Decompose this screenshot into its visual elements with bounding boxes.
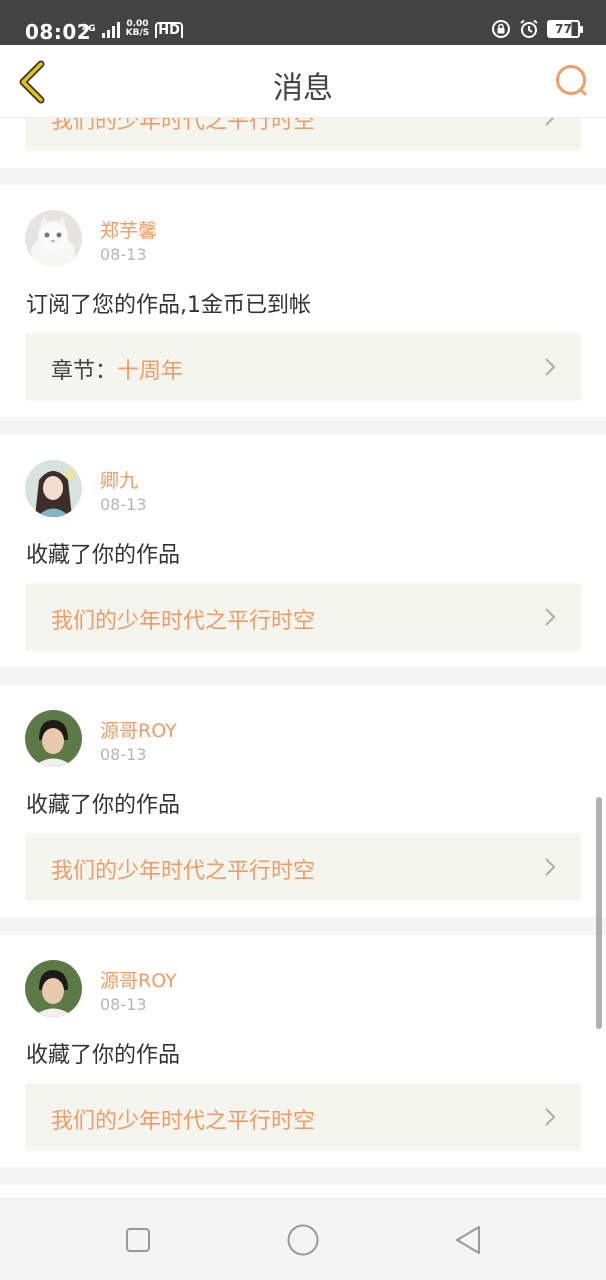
signal-icon xyxy=(101,22,120,38)
circle-icon[interactable] xyxy=(286,1223,320,1257)
message-date: 08-13 xyxy=(100,745,147,764)
message-card: 源哥ROY 08-13 收藏了你的作品 我们的少年时代之平行时空 xyxy=(0,685,606,917)
network-type: 4G xyxy=(82,24,96,34)
work-title: 我们的少年时代之平行时空 xyxy=(51,1109,316,1134)
avatar[interactable] xyxy=(25,460,82,517)
message-text: 收藏了你的作品 xyxy=(26,1043,181,1068)
chapter-text: 章节：十周年 xyxy=(51,353,183,385)
work-title: 我们的少年时代之平行时空 xyxy=(51,118,316,134)
message-card: 我们的少年时代之平行时空 xyxy=(0,118,606,168)
search-icon[interactable] xyxy=(552,61,592,101)
triangle-back-icon[interactable] xyxy=(451,1223,485,1257)
message-date: 08-13 xyxy=(100,495,147,514)
speed-unit: KB/S xyxy=(125,28,150,38)
message-card: 郑芋馨 08-13 订阅了您的作品,1金币已到帐 章节：十周年 xyxy=(0,185,606,417)
username[interactable]: 郑芋馨 xyxy=(100,216,157,243)
work-link[interactable]: 我们的少年时代之平行时空 xyxy=(25,1083,581,1151)
header: 消息 xyxy=(0,45,606,118)
message-text: 收藏了你的作品 xyxy=(26,793,181,818)
username[interactable]: 卿九 xyxy=(100,466,138,493)
message-list[interactable]: 我们的少年时代之平行时空 郑芋馨 08-13 订阅了您的作品,1金币已到帐 章节… xyxy=(0,118,606,1198)
avatar[interactable] xyxy=(25,710,82,767)
alarm-icon xyxy=(520,19,538,38)
work-link[interactable]: 我们的少年时代之平行时空 xyxy=(25,833,581,901)
message-date: 08-13 xyxy=(100,995,147,1014)
message-text: 订阅了您的作品,1金币已到帐 xyxy=(26,293,311,318)
page-title: 消息 xyxy=(273,71,333,106)
status-left-icons: 4G 0.00 KB/S HD xyxy=(82,20,183,38)
message-date: 08-13 xyxy=(100,245,147,264)
work-link[interactable]: 我们的少年时代之平行时空 xyxy=(25,583,581,651)
chevron-right-icon xyxy=(545,1108,556,1126)
battery-icon: 77 xyxy=(547,20,583,38)
chapter-label: 章节： xyxy=(51,359,118,384)
avatar[interactable] xyxy=(25,960,82,1017)
username[interactable]: 源哥ROY xyxy=(100,966,177,993)
square-icon[interactable] xyxy=(121,1223,155,1257)
battery-level: 77 xyxy=(555,22,572,36)
message-card: 卿九 08-13 收藏了你的作品 我们的少年时代之平行时空 xyxy=(0,435,606,667)
work-title: 我们的少年时代之平行时空 xyxy=(51,859,316,884)
status-bar: 08:02 4G 0.00 KB/S HD 77 xyxy=(0,0,606,45)
status-right-icons: 77 xyxy=(491,19,583,39)
chapter-link[interactable]: 章节：十周年 xyxy=(25,333,581,401)
chevron-right-icon xyxy=(545,358,556,376)
work-link[interactable]: 我们的少年时代之平行时空 xyxy=(25,118,581,151)
scrollbar[interactable] xyxy=(596,797,602,1029)
navigation-bar xyxy=(0,1198,606,1280)
chevron-right-icon xyxy=(545,858,556,876)
rotation-lock-icon xyxy=(492,20,510,38)
chapter-title: 十周年 xyxy=(117,359,184,384)
chevron-right-icon xyxy=(545,608,556,626)
message-card xyxy=(0,1185,606,1198)
message-text: 收藏了你的作品 xyxy=(26,543,181,568)
message-card: 源哥ROY 08-13 收藏了你的作品 我们的少年时代之平行时空 xyxy=(0,935,606,1167)
username[interactable]: 源哥ROY xyxy=(100,716,177,743)
chevron-right-icon xyxy=(545,118,555,126)
network-speed: 0.00 KB/S xyxy=(126,20,150,38)
hd-icon: HD xyxy=(155,22,183,38)
avatar[interactable] xyxy=(25,210,82,267)
work-title: 我们的少年时代之平行时空 xyxy=(51,609,316,634)
